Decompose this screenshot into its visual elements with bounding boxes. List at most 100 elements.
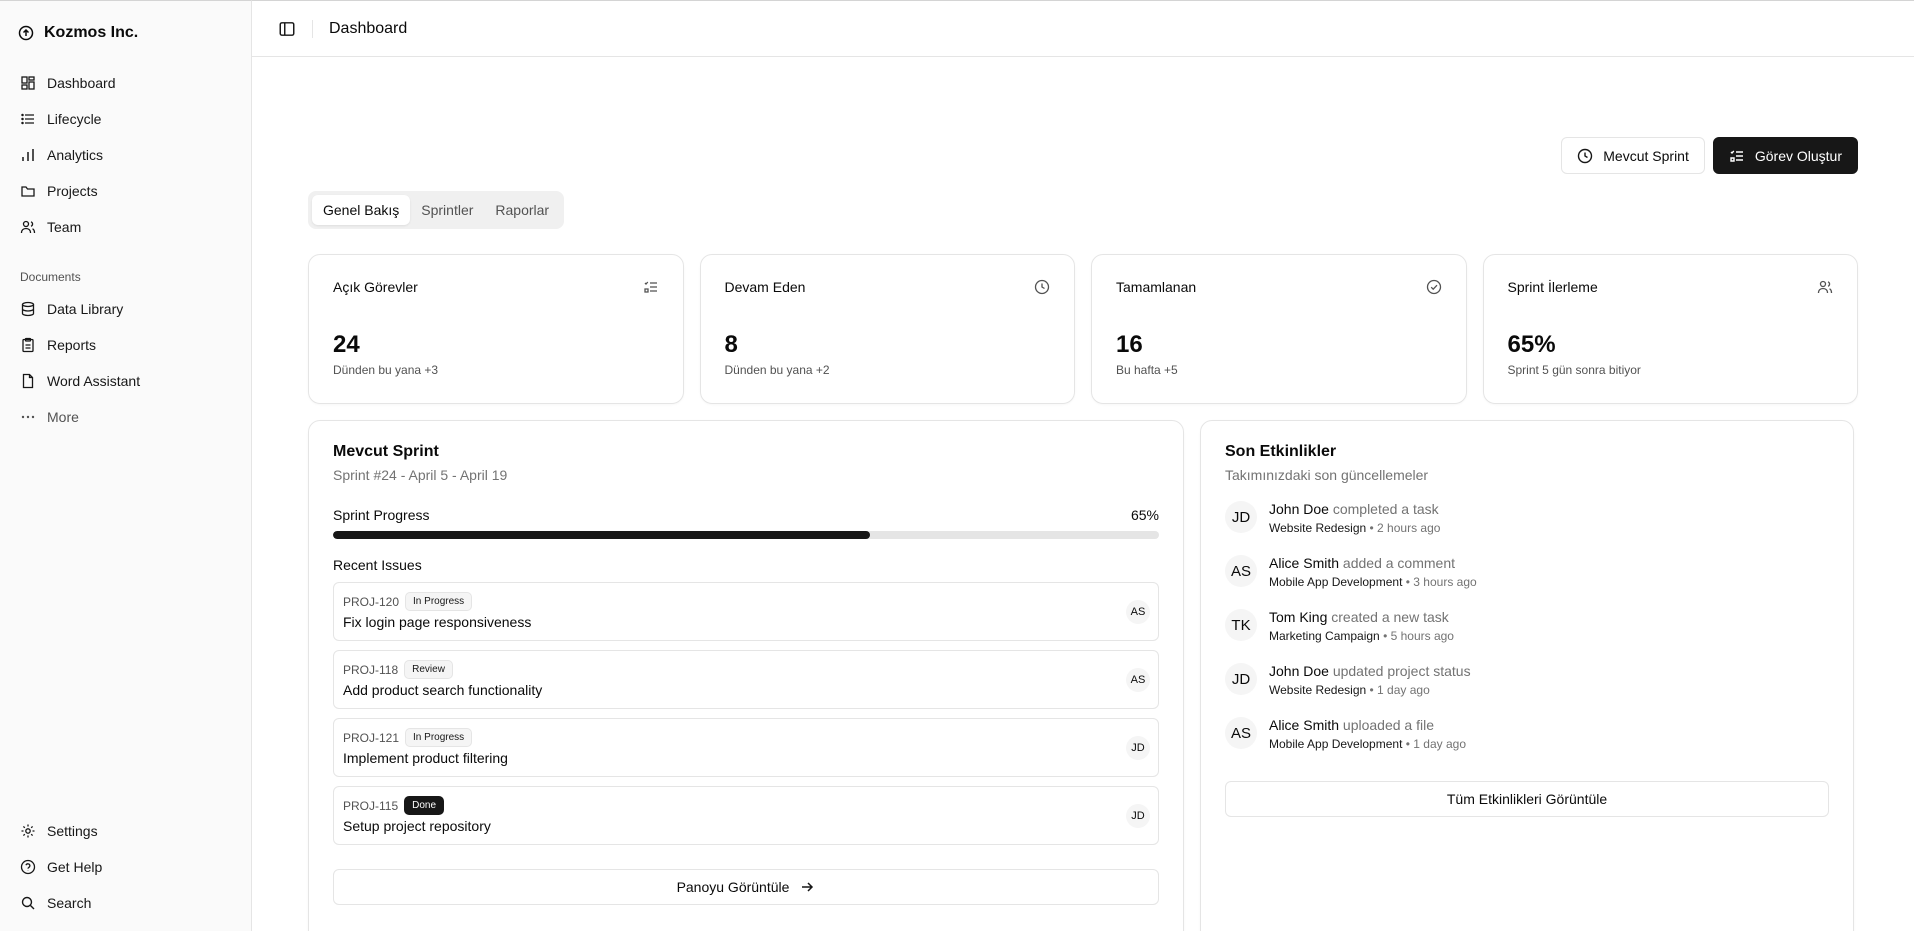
search-icon (21, 896, 35, 910)
sidebar-item-label: Search (47, 895, 92, 911)
activity-project: Website Redesign (1269, 521, 1367, 535)
sidebar-item-search[interactable]: Search (10, 885, 241, 921)
list-check-icon (643, 281, 657, 293)
stat-subtext: Dünden bu yana +2 (724, 363, 830, 377)
sidebar-item-data-library[interactable]: Data Library (10, 291, 241, 327)
stat-title: Devam Eden (724, 279, 806, 295)
tab-reports[interactable]: Raporlar (484, 195, 560, 225)
create-task-button[interactable]: Görev Oluştur (1712, 137, 1858, 174)
stat-card-in-progress: Devam Eden 8 Dünden bu yana +2 (699, 254, 1075, 404)
stat-value: 65% (1507, 331, 1556, 358)
sidebar-item-dashboard[interactable]: Dashboard (10, 65, 241, 101)
sidebar-item-settings[interactable]: Settings (10, 813, 241, 849)
avatar: JD (1225, 663, 1257, 695)
avatar: TK (1225, 609, 1257, 641)
view-board-button[interactable]: Panoyu Görüntüle (333, 869, 1159, 905)
help-icon (20, 859, 36, 875)
tab-sprints[interactable]: Sprintler (410, 195, 484, 225)
sidebar-item-analytics[interactable]: Analytics (10, 137, 241, 173)
activity-time: • 1 day ago (1405, 737, 1467, 751)
activity-item: AS Alice Smith added a comment Mobile Ap… (1225, 555, 1829, 609)
clock-icon (1034, 279, 1050, 295)
status-badge: Done (404, 796, 445, 815)
card-subtitle: Takımınızdaki son güncellemeler (1225, 467, 1429, 483)
button-label: Tüm Etkinlikleri Görüntüle (1446, 791, 1608, 807)
sidebar-item-word-assistant[interactable]: Word Assistant (10, 363, 241, 399)
activity-action: uploaded a file (1342, 717, 1434, 733)
sidebar-item-label: Lifecycle (47, 111, 102, 127)
avatar: AS (1225, 717, 1257, 749)
status-badge: Review (404, 660, 453, 679)
activity-item: JD John Doe updated project status Websi… (1225, 663, 1829, 717)
clock-icon (1578, 148, 1593, 163)
issue-row[interactable]: PROJ-120 In Progress Fix login page resp… (333, 582, 1159, 641)
activity-project: Website Redesign (1269, 683, 1367, 697)
sidebar-item-get-help[interactable]: Get Help (10, 849, 241, 885)
activity-item: JD John Doe completed a task Website Red… (1225, 501, 1829, 555)
activity-time: • 1 day ago (1369, 683, 1430, 697)
avatar: AS (1126, 600, 1150, 624)
top-bar: Dashboard (252, 1, 1914, 57)
stat-title: Açık Görevler (333, 279, 418, 295)
sidebar-item-more[interactable]: More (10, 399, 241, 435)
progress-value: 65% (1130, 507, 1159, 523)
issue-row[interactable]: PROJ-121 In Progress Implement product f… (333, 718, 1159, 777)
dashboard-icon (21, 76, 35, 90)
logo-icon (18, 25, 34, 41)
issue-row[interactable]: PROJ-115 Done Setup project repository J… (333, 786, 1159, 845)
issue-row[interactable]: PROJ-118 Review Add product search funct… (333, 650, 1159, 709)
sidebar-item-label: Analytics (47, 147, 104, 163)
stat-value: 8 (724, 331, 738, 358)
brand-name: Kozmos Inc. (44, 24, 139, 41)
activity-project: Marketing Campaign (1269, 629, 1380, 643)
activity-time: • 2 hours ago (1369, 521, 1441, 535)
activity-user: John Doe (1269, 663, 1329, 679)
sidebar-toggle-icon[interactable] (278, 20, 296, 38)
list-check-icon (1730, 150, 1743, 162)
progress-label: Sprint Progress (333, 507, 430, 523)
status-badge: In Progress (405, 728, 473, 747)
current-sprint-card: Mevcut Sprint Sprint #24 - April 5 - Apr… (308, 420, 1184, 931)
issue-title: Fix login page responsiveness (343, 614, 532, 630)
sidebar-item-reports[interactable]: Reports (10, 327, 241, 363)
activity-time: • 5 hours ago (1383, 629, 1454, 643)
documents-section-label: Documents (20, 270, 81, 284)
arrow-right-icon (802, 882, 814, 892)
avatar: JD (1225, 501, 1257, 533)
current-sprint-button[interactable]: Mevcut Sprint (1561, 137, 1705, 174)
sidebar-item-label: Dashboard (47, 75, 116, 91)
folder-icon (21, 186, 35, 197)
sidebar-item-label: Team (47, 219, 82, 235)
view-all-activity-button[interactable]: Tüm Etkinlikleri Görüntüle (1225, 781, 1829, 817)
sidebar-item-label: Projects (47, 183, 98, 199)
stat-card-completed: Tamamlanan 16 Bu hafta +5 (1091, 254, 1467, 404)
users-icon (1817, 280, 1833, 294)
button-label: Panoyu Görüntüle (676, 879, 790, 895)
sidebar-item-label: More (47, 409, 79, 425)
bar-chart-icon (22, 149, 34, 161)
activity-project: Mobile App Development (1269, 737, 1403, 751)
more-icon (21, 415, 35, 419)
stat-subtext: Sprint 5 gün sonra bitiyor (1507, 363, 1641, 377)
file-icon (22, 373, 34, 389)
sidebar: Kozmos Inc. Dashboard Lifecycle Analytic… (0, 0, 252, 931)
issue-title: Implement product filtering (343, 750, 508, 766)
activity-action: added a comment (1342, 555, 1455, 571)
stat-subtext: Dünden bu yana +3 (333, 363, 439, 377)
recent-activity-card: Son Etkinlikler Takımınızdaki son güncel… (1200, 420, 1854, 931)
main-content: Dashboard Mevcut Sprint Görev Oluştur Ge… (252, 0, 1914, 931)
stat-value: 16 (1116, 331, 1143, 358)
sidebar-item-team[interactable]: Team (10, 209, 241, 245)
stat-title: Sprint İlerleme (1507, 279, 1598, 295)
issue-title: Setup project repository (343, 818, 491, 834)
stat-title: Tamamlanan (1116, 279, 1197, 295)
tab-overview[interactable]: Genel Bakış (312, 195, 411, 225)
sidebar-bottom: Settings Get Help Search (10, 813, 241, 921)
sidebar-item-lifecycle[interactable]: Lifecycle (10, 101, 241, 137)
stat-value: 24 (333, 331, 360, 358)
sidebar-item-label: Reports (47, 337, 97, 353)
card-title: Mevcut Sprint (333, 443, 439, 460)
sidebar-item-projects[interactable]: Projects (10, 173, 241, 209)
brand[interactable]: Kozmos Inc. (10, 1, 241, 65)
recent-issues-label: Recent Issues (333, 557, 422, 573)
